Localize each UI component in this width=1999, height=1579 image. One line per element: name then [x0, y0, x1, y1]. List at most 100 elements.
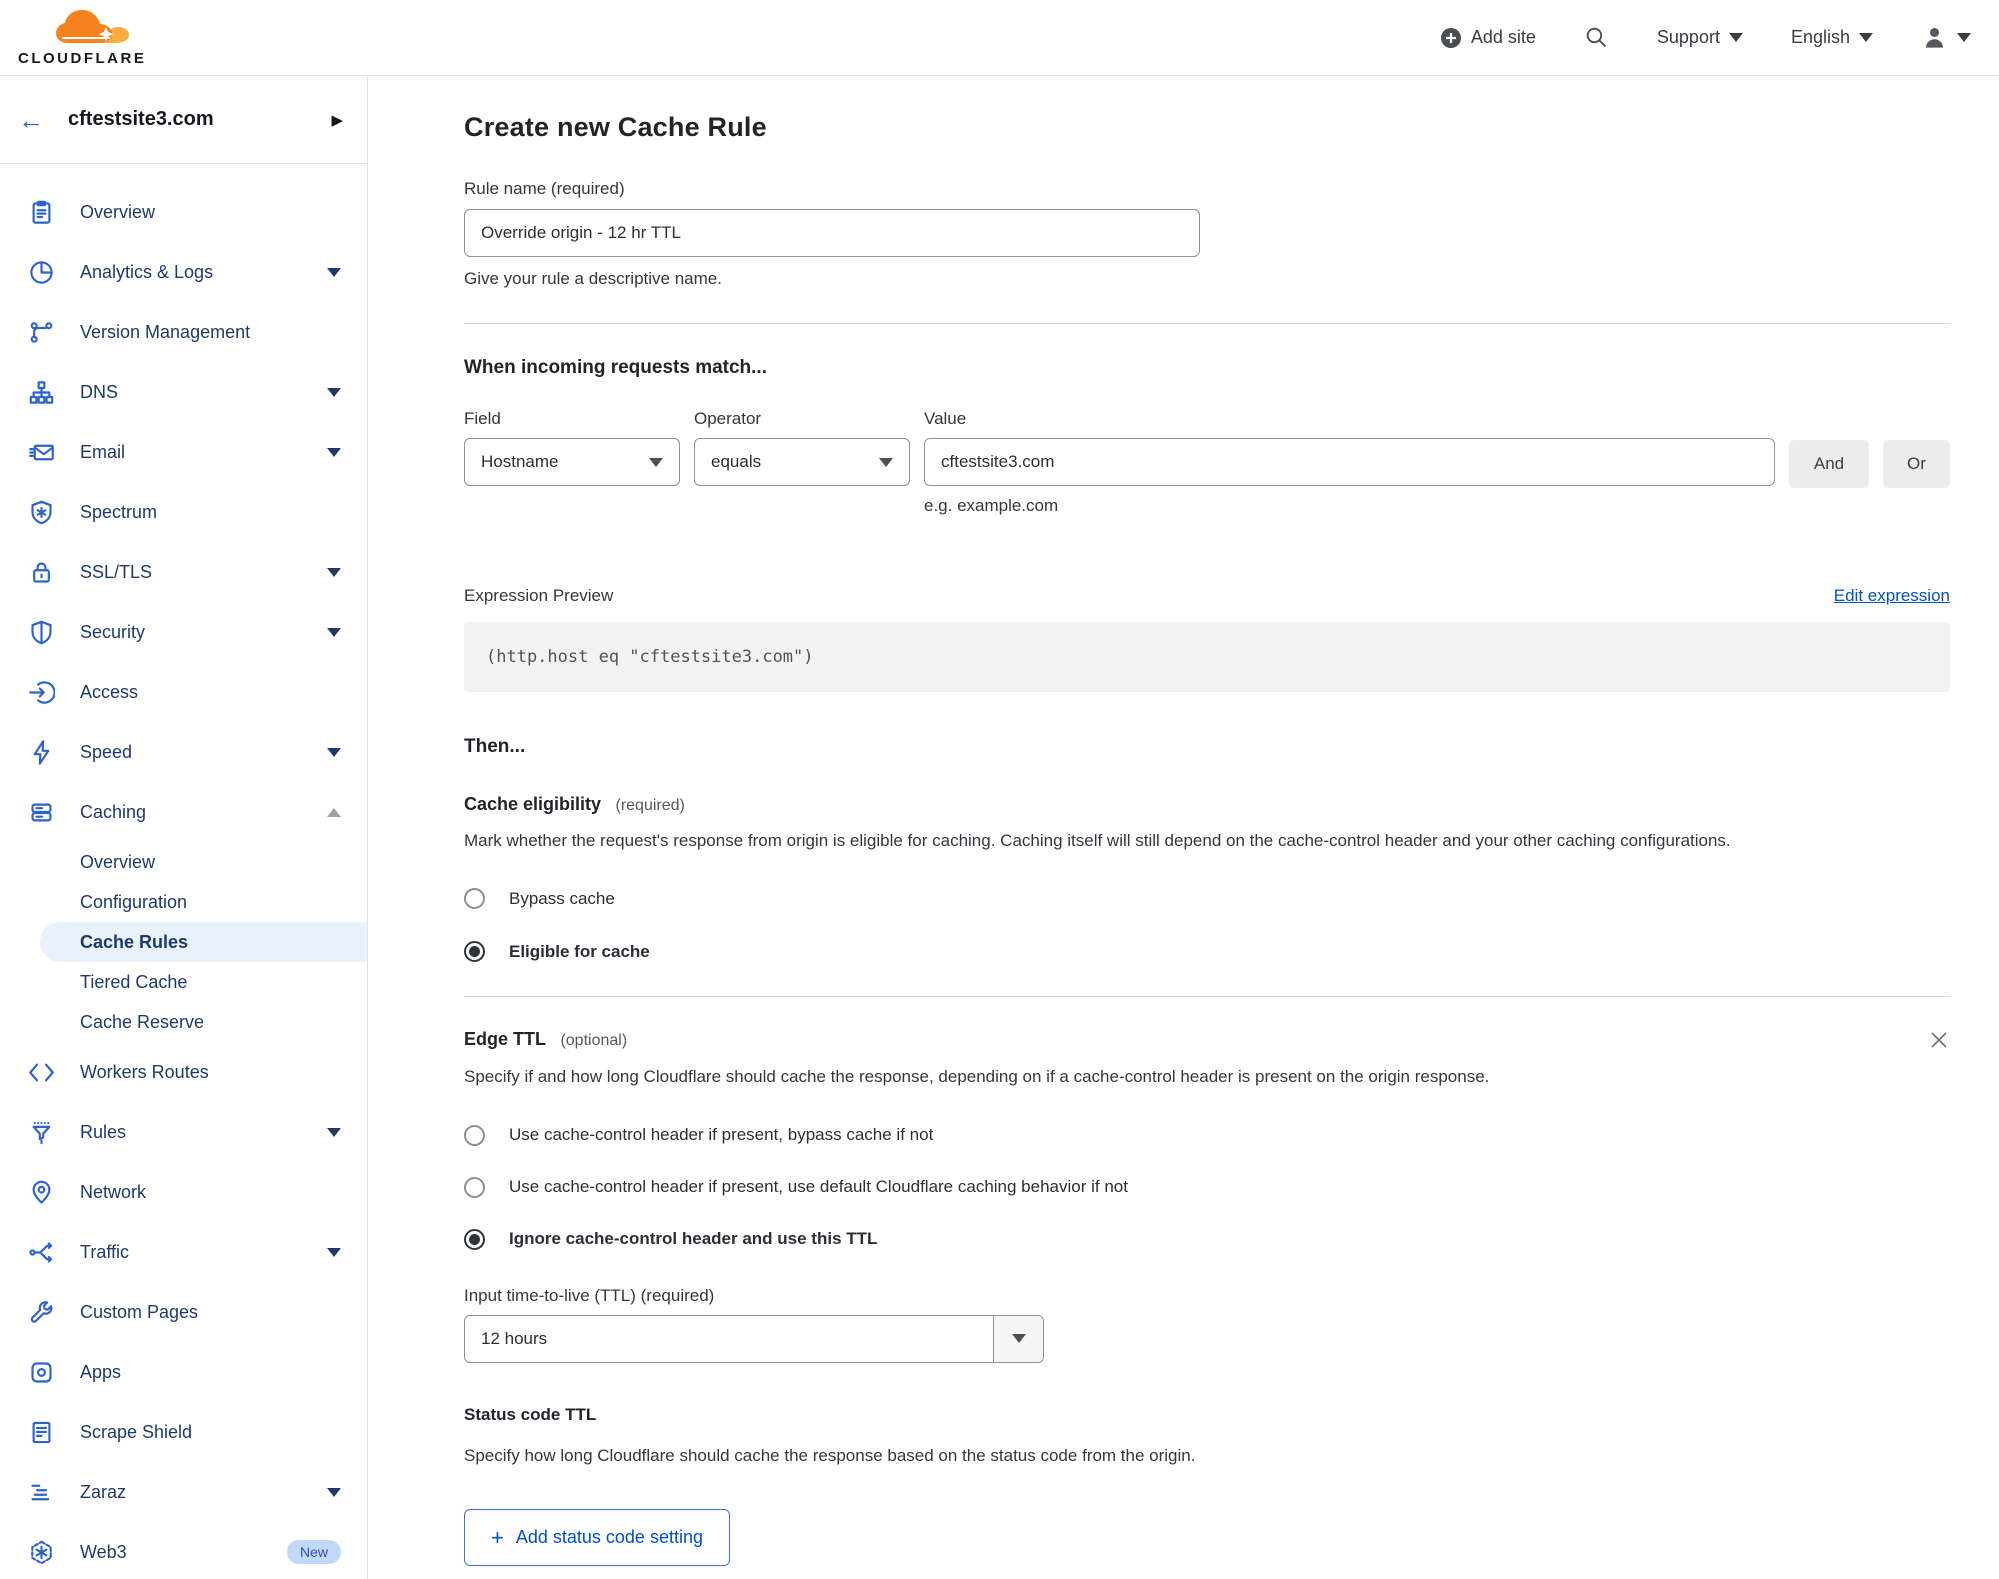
add-status-code-button[interactable]: + Add status code setting — [464, 1509, 730, 1567]
status-code-heading: Status code TTL — [464, 1404, 597, 1424]
expression-code: (http.host eq "cftestsite3.com") — [464, 622, 1950, 692]
sidebar-item-rules[interactable]: Rules — [0, 1102, 367, 1162]
sidebar-item-analytics-logs[interactable]: Analytics & Logs — [0, 242, 367, 302]
sidebar-item-ssl-tls[interactable]: SSL/TLS — [0, 542, 367, 602]
radio-selected-icon[interactable] — [464, 941, 485, 963]
cloudflare-logo[interactable]: CLOUDFLARE — [18, 9, 146, 66]
then-heading: Then... — [464, 736, 526, 757]
plus-icon: + — [491, 1524, 504, 1550]
sidebar-item-zaraz[interactable]: Zaraz — [0, 1462, 367, 1522]
operator-label: Operator — [694, 409, 762, 428]
chevron-down-icon — [327, 1127, 341, 1137]
rule-name-input[interactable]: Override origin - 12 hr TTL — [464, 209, 1200, 257]
field-select[interactable]: Hostname — [464, 438, 680, 486]
edge-ttl-description: Specify if and how long Cloudflare shoul… — [464, 1067, 1490, 1087]
lightning-icon — [28, 739, 55, 766]
map-pin-icon — [28, 1179, 55, 1206]
back-arrow-icon[interactable]: ← — [18, 107, 44, 133]
chevron-down-icon — [327, 387, 341, 397]
divider — [464, 996, 1950, 998]
chevron-down-icon — [327, 567, 341, 577]
chevron-down-icon — [327, 1487, 341, 1497]
rule-name-help: Give your rule a descriptive name. — [464, 269, 722, 288]
chevron-up-icon — [327, 807, 341, 817]
search-icon[interactable] — [1584, 25, 1609, 50]
edge-ttl-option-1-radio[interactable]: Use cache-control header if present, byp… — [464, 1124, 1950, 1146]
sidebar: ← cftestsite3.com ▶ Overview Analytics &… — [0, 75, 368, 1579]
radio-selected-icon[interactable] — [464, 1228, 485, 1250]
sidebar-subitem-configuration[interactable]: Configuration — [0, 882, 367, 922]
add-site-label: Add site — [1470, 27, 1536, 47]
network-tree-icon — [28, 379, 55, 406]
and-button[interactable]: And — [1789, 440, 1869, 488]
operator-select[interactable]: equals — [694, 438, 910, 486]
server-stack-icon — [28, 799, 55, 826]
cloudflare-dashboard: CLOUDFLARE Add site Support English ← cf… — [0, 0, 1999, 1579]
cache-eligibility-heading: Cache eligibility — [464, 794, 602, 814]
eligible-for-cache-radio[interactable]: Eligible for cache — [464, 941, 1950, 963]
language-label: English — [1790, 27, 1850, 47]
field-label: Field — [464, 409, 501, 428]
chevron-down-icon — [327, 627, 341, 637]
sidebar-item-access[interactable]: Access — [0, 662, 367, 722]
sidebar-item-speed[interactable]: Speed — [0, 722, 367, 782]
ttl-select[interactable]: 12 hours — [464, 1314, 1044, 1363]
sidebar-item-overview[interactable]: Overview — [0, 182, 367, 242]
sidebar-item-web3[interactable]: Web3 New — [0, 1522, 367, 1579]
page-title: Create new Cache Rule — [464, 112, 767, 142]
rule-name-label: Rule name (required) — [464, 179, 625, 198]
radio-unselected-icon[interactable] — [464, 1176, 485, 1198]
condition-buttons: And Or — [1789, 409, 1950, 516]
hexagon-icon — [28, 1539, 55, 1566]
shield-asterisk-icon — [28, 499, 55, 526]
sidebar-item-scrape-shield[interactable]: Scrape Shield — [0, 1402, 367, 1462]
close-icon[interactable] — [1928, 1029, 1950, 1051]
account-menu[interactable] — [1921, 24, 1971, 51]
clipboard-icon — [28, 199, 55, 226]
sidebar-item-email[interactable]: Email — [0, 422, 367, 482]
funnel-icon — [28, 1119, 55, 1146]
value-help: e.g. example.com — [924, 496, 1059, 515]
support-menu[interactable]: Support — [1657, 27, 1743, 48]
sidebar-item-network[interactable]: Network — [0, 1162, 367, 1222]
top-bar-actions: Add site Support English — [1440, 24, 1971, 51]
sidebar-subitem-cache-rules[interactable]: Cache Rules — [40, 922, 367, 962]
sidebar-item-security[interactable]: Security — [0, 602, 367, 662]
login-arrow-icon — [28, 679, 55, 706]
add-site-button[interactable]: Add site — [1440, 27, 1536, 49]
or-button[interactable]: Or — [1883, 440, 1950, 488]
edge-ttl-option-2-radio[interactable]: Use cache-control header if present, use… — [464, 1176, 1950, 1198]
sidebar-subitem-cache-reserve[interactable]: Cache Reserve — [0, 1002, 367, 1042]
caret-down-icon — [1859, 33, 1873, 42]
chevron-down-icon — [327, 747, 341, 757]
sidebar-subitem-caching-overview[interactable]: Overview — [0, 842, 367, 882]
edge-ttl-option-3-radio[interactable]: Ignore cache-control header and use this… — [464, 1228, 1950, 1250]
sidebar-item-dns[interactable]: DNS — [0, 362, 367, 422]
bypass-cache-radio[interactable]: Bypass cache — [464, 888, 1950, 910]
chevron-down-icon — [327, 1247, 341, 1257]
cloudflare-cloud-icon — [56, 10, 129, 43]
sidebar-item-workers-routes[interactable]: Workers Routes — [0, 1042, 367, 1102]
radio-unselected-icon[interactable] — [464, 888, 485, 910]
value-input[interactable]: cftestsite3.com — [924, 438, 1775, 486]
edit-expression-link[interactable]: Edit expression — [1834, 586, 1950, 606]
split-arrows-icon — [28, 1239, 55, 1266]
edge-ttl-heading: Edge TTL — [464, 1029, 546, 1050]
branch-icon — [28, 319, 55, 346]
optional-tag: (optional) — [560, 1032, 628, 1050]
ttl-dropdown-button[interactable] — [993, 1315, 1043, 1362]
site-switcher-icon[interactable]: ▶ — [331, 111, 343, 129]
sidebar-item-spectrum[interactable]: Spectrum — [0, 482, 367, 542]
sidebar-item-apps[interactable]: Apps — [0, 1342, 367, 1402]
operator-column: Operator equals — [694, 409, 910, 516]
code-brackets-icon — [28, 1059, 55, 1086]
radio-unselected-icon[interactable] — [464, 1124, 485, 1146]
sidebar-item-caching[interactable]: Caching — [0, 782, 367, 842]
sidebar-item-version-management[interactable]: Version Management — [0, 302, 367, 362]
sidebar-item-custom-pages[interactable]: Custom Pages — [0, 1282, 367, 1342]
sidebar-subitem-tiered-cache[interactable]: Tiered Cache — [0, 962, 367, 1002]
language-menu[interactable]: English — [1791, 27, 1873, 48]
app-icon — [28, 1359, 55, 1386]
sidebar-item-traffic[interactable]: Traffic — [0, 1222, 367, 1282]
main-content: Create new Cache Rule Rule name (require… — [368, 75, 1999, 1579]
